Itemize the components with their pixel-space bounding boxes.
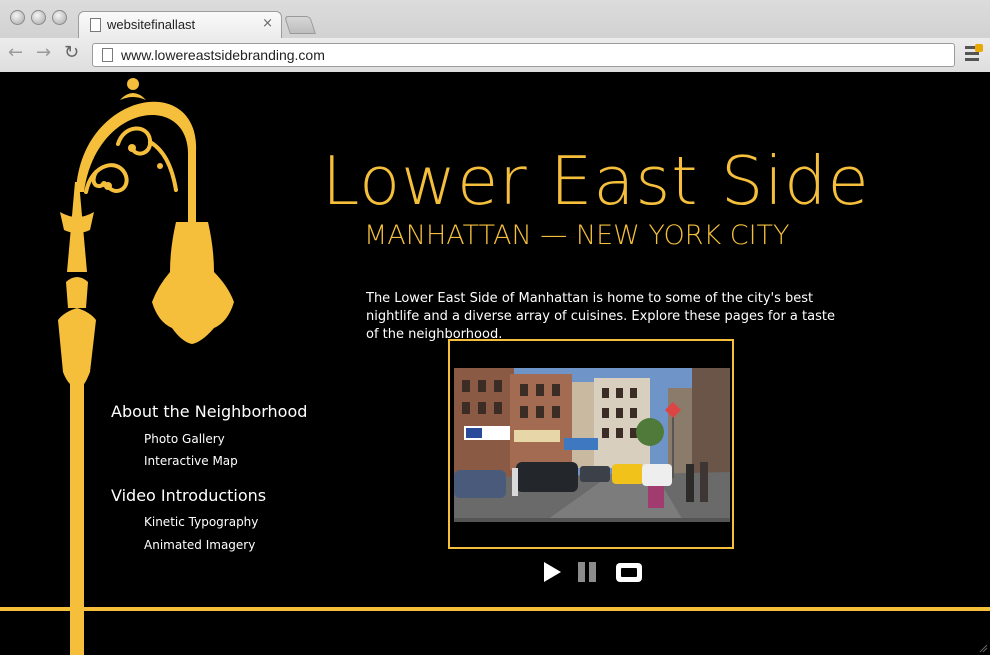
street-lamp-illustration (58, 78, 234, 655)
reload-button[interactable]: ↻ (64, 42, 79, 63)
page-icon (102, 48, 113, 62)
window-controls (10, 10, 67, 25)
nav-interactive-map[interactable]: Interactive Map (144, 454, 238, 468)
tab-title: websitefinallast (107, 17, 196, 32)
nav-video-introductions[interactable]: Video Introductions (111, 486, 266, 505)
browser-chrome: websitefinallast × ← → ↻ www.lowereastsi… (0, 0, 990, 72)
tab-close-button[interactable]: × (262, 16, 273, 31)
stop-icon[interactable] (614, 559, 644, 585)
nav-kinetic-typography[interactable]: Kinetic Typography (144, 515, 258, 529)
window-resize-grip-icon[interactable] (978, 643, 988, 653)
url-text[interactable]: www.lowereastsidebranding.com (121, 47, 325, 63)
nav-about-neighborhood[interactable]: About the Neighborhood (111, 402, 307, 421)
video-player[interactable] (448, 339, 734, 549)
web-page: Lower East Side MANHATTAN — NEW YORK CIT… (0, 72, 990, 655)
address-bar[interactable]: www.lowereastsidebranding.com (92, 43, 955, 67)
nav-animated-imagery[interactable]: Animated Imagery (144, 538, 255, 552)
browser-tab[interactable]: websitefinallast × (78, 11, 282, 38)
play-icon[interactable] (542, 559, 562, 585)
page-subtitle: MANHATTAN — NEW YORK CITY (364, 220, 790, 251)
minimize-window-button[interactable] (31, 10, 46, 25)
zoom-window-button[interactable] (52, 10, 67, 25)
pause-icon[interactable] (576, 559, 598, 585)
back-button[interactable]: ← (8, 42, 23, 63)
intro-text: The Lower East Side of Manhattan is home… (366, 291, 835, 342)
close-window-button[interactable] (10, 10, 25, 25)
nav-photo-gallery[interactable]: Photo Gallery (144, 432, 225, 446)
browser-menu-icon[interactable] (965, 44, 983, 62)
document-icon (90, 18, 101, 32)
video-frame-street-scene (454, 368, 730, 522)
browser-toolbar: ← → ↻ www.lowereastsidebranding.com (0, 38, 990, 72)
new-tab-button[interactable] (284, 16, 316, 34)
page-title: Lower East Side (322, 142, 870, 220)
footer-rule (0, 607, 990, 611)
forward-button[interactable]: → (36, 42, 51, 63)
